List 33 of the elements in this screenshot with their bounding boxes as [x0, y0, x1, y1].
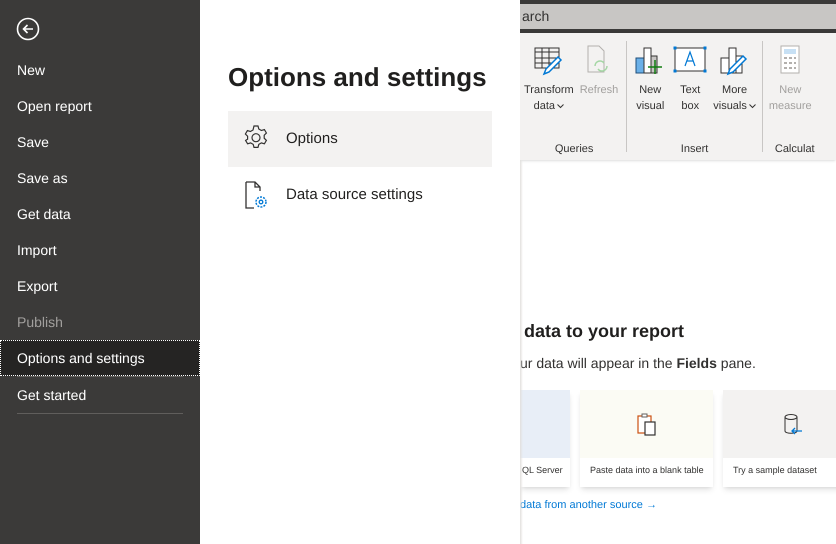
ribbon-button[interactable]: Text box [671, 40, 710, 114]
options-item[interactable]: Data source settings [228, 167, 492, 223]
ribbon-button[interactable]: More visuals [711, 40, 758, 114]
group-label: Calculat [774, 142, 815, 156]
group-label: Queries [554, 142, 594, 156]
menu-item[interactable]: Options and settings [0, 340, 200, 376]
document-gear-icon [245, 181, 267, 209]
back-button[interactable] [15, 16, 41, 42]
panel-title: Options and settings [228, 61, 488, 94]
menu-item[interactable]: Get started [0, 377, 200, 413]
database-icon [784, 414, 803, 434]
data-source-card[interactable]: Paste data into a blank table [580, 390, 713, 487]
get-data-link[interactable]: data from another source → [520, 497, 657, 514]
options-item[interactable]: Options [228, 111, 492, 167]
canvas-heading: data to your report [523, 320, 686, 343]
menu-item[interactable]: Export [0, 268, 200, 304]
search-field[interactable]: arch [520, 4, 836, 29]
canvas-subtext: ur data will appear in the Fields pane. [520, 354, 757, 373]
menu-item[interactable]: Open report [0, 88, 200, 124]
data-source-card[interactable]: QL Server [520, 390, 570, 487]
ribbon-button[interactable]: New visual [631, 40, 670, 114]
menu-item[interactable]: Save as [0, 160, 200, 196]
menu-item[interactable]: Save [0, 124, 200, 160]
menu-item[interactable]: Get data [0, 196, 200, 232]
group-label: Insert [680, 142, 710, 156]
ribbon-button[interactable]: Transform data [522, 40, 576, 114]
menu-item[interactable]: New [0, 52, 200, 88]
data-source-card[interactable]: Try a sample dataset [723, 390, 836, 487]
chevron-down-icon [557, 104, 564, 108]
clipboard-icon [636, 413, 656, 436]
chevron-down-icon [748, 104, 756, 108]
menu-item[interactable]: Import [0, 232, 200, 268]
gear-icon [244, 125, 268, 148]
